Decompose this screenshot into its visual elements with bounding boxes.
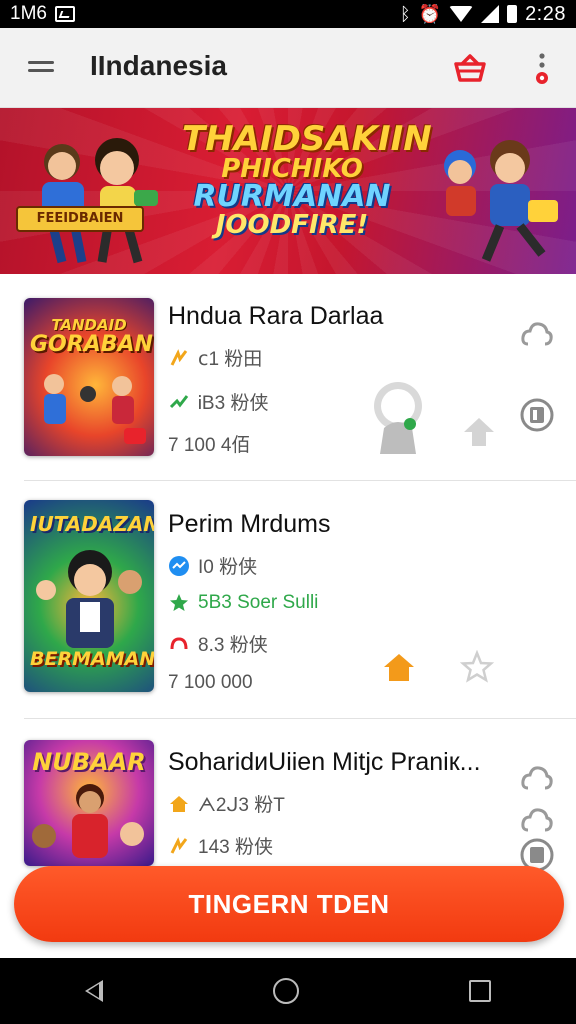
game-thumbnail[interactable]: IUTADAZAN BERMAMAN — [24, 500, 154, 692]
cloud-icon[interactable] — [520, 762, 554, 796]
home-icon — [170, 795, 188, 812]
game-title[interactable]: Hndua Rara Darlaa — [168, 302, 383, 331]
game-stat: 5B3 Soer Sulli — [168, 592, 318, 614]
trend-icon — [169, 394, 189, 408]
game-stat: 7 100 4佰 — [168, 430, 250, 457]
heart-icon — [170, 636, 188, 649]
favorite-star-icon[interactable] — [460, 650, 494, 684]
game-stat: I0 粉侠 — [168, 552, 257, 579]
overflow-menu-icon[interactable] — [534, 52, 550, 86]
cloud-icon[interactable] — [520, 318, 554, 352]
game-stat-text: ⅽ1 粉田 — [198, 349, 263, 370]
thumbnail-title: GORABAN — [30, 332, 153, 357]
star-icon — [170, 594, 188, 611]
game-stat: ᎥB3 粉侠 — [168, 388, 268, 415]
list-item[interactable]: IUTADAZAN BERMAMAN Perim Mrdums I0 粉侠 5B… — [0, 480, 576, 931]
upload-arrow-icon[interactable] — [462, 414, 496, 448]
banner-hero-right-image — [444, 140, 558, 262]
signal-icon — [481, 5, 500, 23]
game-stat-text: ᎥB3 粉侠 — [198, 393, 269, 414]
game-stat: ᗅ2ᒍ3 粉T — [168, 790, 285, 817]
alarm-icon: ⏰ — [418, 3, 442, 24]
thumbnail-subtitle: BERMAMAN — [30, 648, 154, 670]
game-stat-text: 7 100 4佰 — [168, 435, 251, 456]
thumbnail-title: IUTADAZAN — [30, 512, 154, 536]
lightning-icon — [170, 836, 188, 854]
game-stat-text: 5B3 Soer Sulli — [198, 592, 319, 613]
status-bar: 1M6 ᛒ ⏰ 2:28 — [0, 0, 576, 28]
banner-line-1: THAIDSAKIIN — [182, 119, 432, 159]
status-left-text: 1M6 — [10, 3, 47, 24]
game-thumbnail[interactable]: NUBAAR — [24, 740, 154, 866]
wifi-icon — [449, 6, 474, 22]
home-button-icon[interactable] — [273, 978, 299, 1004]
battery-icon — [507, 5, 518, 23]
thumbnail-title-small: TANDAID — [51, 316, 127, 334]
game-thumbnail[interactable]: TANDAID GORABAN — [24, 298, 154, 456]
game-title[interactable]: SoharidиUiien Mitjc Praniк... — [168, 748, 481, 777]
banner-line-4: JOODFIRE! — [215, 210, 369, 240]
game-stat-text: ᗅ2ᒍ3 粉T — [198, 795, 285, 816]
app-bar: IIndanesia — [0, 28, 576, 108]
back-icon[interactable] — [85, 980, 103, 1002]
banner-hero-left-image — [42, 138, 158, 264]
save-bookmark-icon[interactable] — [520, 398, 554, 432]
game-stat-text: 143 粉侠 — [198, 837, 273, 858]
navigation-bar — [0, 958, 576, 1024]
list-item[interactable]: TANDAID GORABAN Hndua Rara Darlaa ⅽ1 粉田 … — [0, 274, 576, 480]
game-stat: 7 100 000 — [168, 672, 253, 694]
banner-hero-badge: FEEIDBAIEN — [16, 206, 144, 232]
promo-banner[interactable]: FEEIDBAIEN THAIDSAKIIN PHICHIKO RURMANAN… — [0, 108, 576, 274]
home-icon[interactable] — [382, 650, 416, 684]
game-stat: ⅽ1 粉田 — [168, 344, 262, 371]
game-stat-text: 8.3 粉侠 — [198, 635, 268, 656]
messenger-icon — [169, 555, 189, 576]
app-title: IIndanesia — [90, 50, 227, 81]
game-stat: 8.3 粉侠 — [168, 630, 268, 657]
thumbnail-characters-image — [44, 374, 146, 444]
image-notification-icon — [54, 6, 75, 22]
list-item[interactable]: NUBAAR SoharidиUiien Mitjc Praniк... ᗅ2ᒍ… — [0, 718, 576, 872]
basket-icon[interactable] — [452, 52, 488, 84]
game-title[interactable]: Perim Mrdums — [168, 510, 331, 539]
game-stat-text: 7 100 000 — [168, 672, 253, 693]
thumbnail-character-image — [32, 784, 144, 858]
bluetooth-icon: ᛒ — [399, 3, 411, 24]
thumbnail-title: NUBAAR — [32, 748, 146, 776]
game-stat: 143 粉侠 — [168, 832, 273, 859]
hamburger-menu-icon[interactable] — [28, 61, 54, 75]
user-avatar-icon — [374, 382, 422, 454]
game-stat-text: I0 粉侠 — [198, 557, 258, 578]
banner-line-3: RURMANAN — [193, 179, 391, 214]
lightning-icon — [170, 348, 188, 366]
banner-headline: THAIDSAKIIN PHICHIKO RURMANAN JOODFIRE! — [182, 119, 432, 240]
primary-action-button[interactable]: TINGERN TDEN — [14, 866, 564, 942]
thumbnail-character-image — [36, 550, 142, 648]
status-time: 2:28 — [525, 2, 566, 25]
recent-apps-icon[interactable] — [469, 980, 491, 1002]
